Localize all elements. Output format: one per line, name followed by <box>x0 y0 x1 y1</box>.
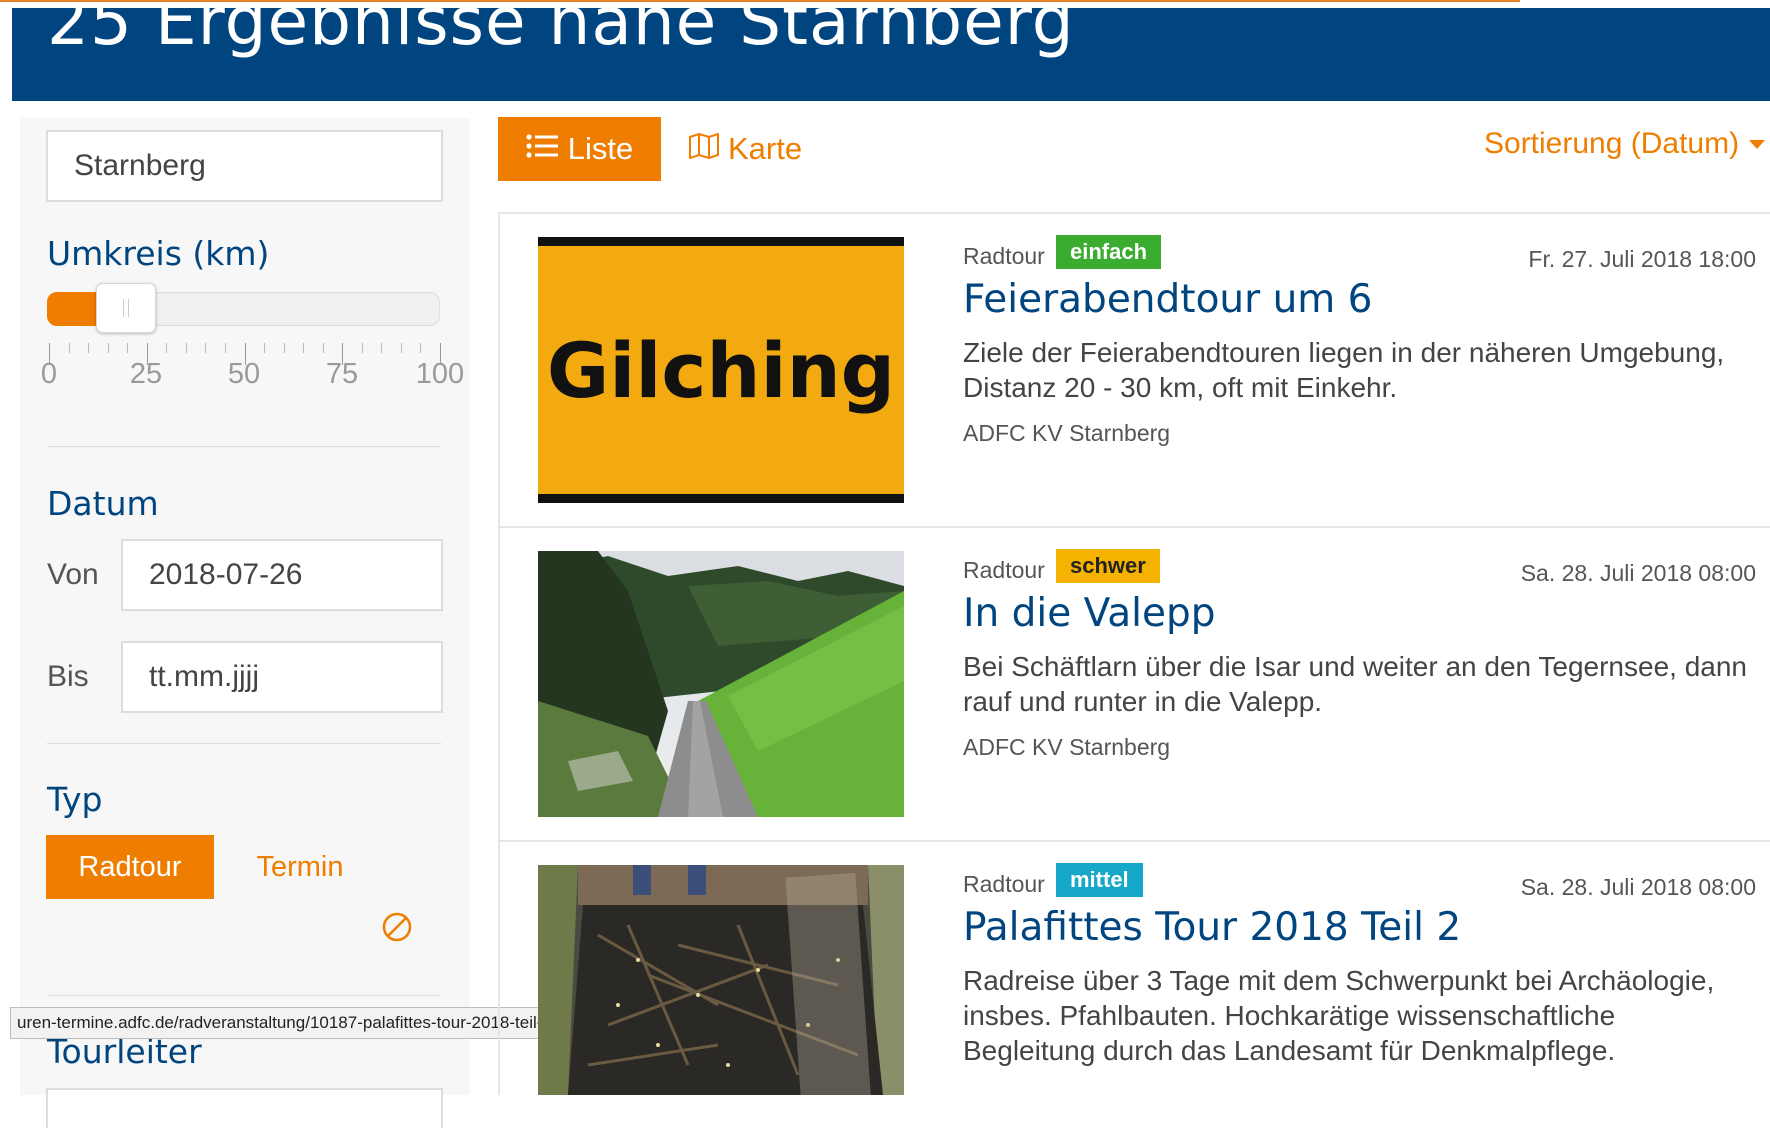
list-view-button[interactable]: Liste <box>498 117 661 181</box>
result-organizer: ADFC KV Starnberg <box>963 420 1171 446</box>
result-card[interactable]: Radtour schwer Sa. 28. Juli 2018 08:00 I… <box>498 527 1770 840</box>
list-view-label: Liste <box>567 131 634 166</box>
difficulty-badge: schwer <box>1056 549 1160 583</box>
type-title: Typ <box>47 780 103 819</box>
result-date: Sa. 28. Juli 2018 08:00 <box>1520 874 1756 900</box>
radius-tick <box>205 343 207 353</box>
result-title[interactable]: Feierabendtour um 6 <box>963 277 1373 322</box>
radius-tick <box>127 343 129 353</box>
result-image <box>538 551 904 817</box>
radius-tick <box>420 343 422 353</box>
place-sign-text: Gilching <box>547 326 895 415</box>
map-view-button[interactable]: Karte <box>688 117 818 181</box>
sort-label: Sortierung (Datum) <box>1484 127 1740 160</box>
reset-circle-slash-icon[interactable] <box>380 910 414 944</box>
result-image: Gilching <box>538 237 904 503</box>
type-termin-button[interactable]: Termin <box>230 835 370 899</box>
radius-tick-label: 100 <box>415 358 465 390</box>
list-icon <box>526 131 560 167</box>
radius-tick <box>361 343 363 353</box>
top-accent-line <box>0 0 1520 2</box>
radius-tick <box>381 343 383 353</box>
radius-slider-handle[interactable] <box>95 283 156 333</box>
divider <box>47 743 441 744</box>
radius-tick-label: 0 <box>40 358 58 390</box>
type-radtour-button[interactable]: Radtour <box>46 835 214 899</box>
date-to-placeholder: tt.mm.jjjj <box>149 660 259 693</box>
result-card[interactable]: Radtour mittel Sa. 28. Juli 2018 08:00 P… <box>498 841 1770 1095</box>
result-organizer: ADFC KV Starnberg <box>963 734 1171 760</box>
divider <box>47 995 441 996</box>
radius-tick <box>107 343 109 353</box>
date-title: Datum <box>47 484 159 523</box>
result-title[interactable]: In die Valepp <box>963 591 1216 636</box>
radius-title: Umkreis (km) <box>47 234 270 273</box>
date-to-input[interactable]: tt.mm.jjjj <box>121 641 443 713</box>
radius-tick <box>224 343 226 353</box>
map-icon <box>688 131 720 167</box>
result-category: Radtour <box>963 871 1045 897</box>
result-category: Radtour <box>963 557 1045 583</box>
radius-tick <box>283 343 285 353</box>
results-header: 25 Ergebnisse nahe Starnberg <box>12 8 1770 101</box>
result-description: Radreise über 3 Tage mit dem Schwerpunkt… <box>963 965 1715 1066</box>
radius-tick <box>264 343 266 353</box>
radius-tick <box>322 343 324 353</box>
radius-tick <box>68 343 70 353</box>
radius-tick <box>88 343 90 353</box>
date-from-value: 2018-07-26 <box>149 558 303 591</box>
radius-tick-label: 25 <box>129 358 163 390</box>
date-from-input[interactable]: 2018-07-26 <box>121 539 443 611</box>
link-status-tooltip: uren-termine.adfc.de/radveranstaltung/10… <box>10 1007 559 1039</box>
result-category: Radtour <box>963 243 1045 269</box>
radius-tick-label: 50 <box>227 358 261 390</box>
date-from-label: Von <box>47 558 99 591</box>
difficulty-badge: mittel <box>1056 863 1143 897</box>
tour-leader-input[interactable] <box>46 1088 443 1128</box>
result-image <box>538 865 904 1095</box>
difficulty-badge: einfach <box>1056 235 1162 269</box>
radius-tick <box>400 343 402 353</box>
location-input-value: Starnberg <box>74 149 206 182</box>
result-description: Ziele der Feierabendtouren liegen in der… <box>963 337 1725 403</box>
result-description: Bei Schäftlarn über die Isar und weiter … <box>963 651 1747 717</box>
page-title: 25 Ergebnisse nahe Starnberg <box>47 8 1075 60</box>
location-input[interactable]: Starnberg <box>46 130 443 202</box>
radius-tick <box>166 343 168 353</box>
map-view-label: Karte <box>728 131 803 166</box>
result-date: Fr. 27. Juli 2018 18:00 <box>1528 246 1756 272</box>
radius-tick <box>185 343 187 353</box>
date-to-label: Bis <box>47 660 89 693</box>
result-card[interactable]: Gilching Radtour einfach Fr. 27. Juli 20… <box>498 213 1770 526</box>
result-title[interactable]: Palafittes Tour 2018 Teil 2 <box>963 905 1461 950</box>
sort-dropdown[interactable]: Sortierung (Datum) <box>1484 127 1766 161</box>
divider <box>47 446 441 447</box>
radius-tick <box>303 343 305 353</box>
radius-tick-label: 75 <box>325 358 359 390</box>
chevron-down-icon <box>1749 139 1766 149</box>
result-date: Sa. 28. Juli 2018 08:00 <box>1520 560 1756 586</box>
